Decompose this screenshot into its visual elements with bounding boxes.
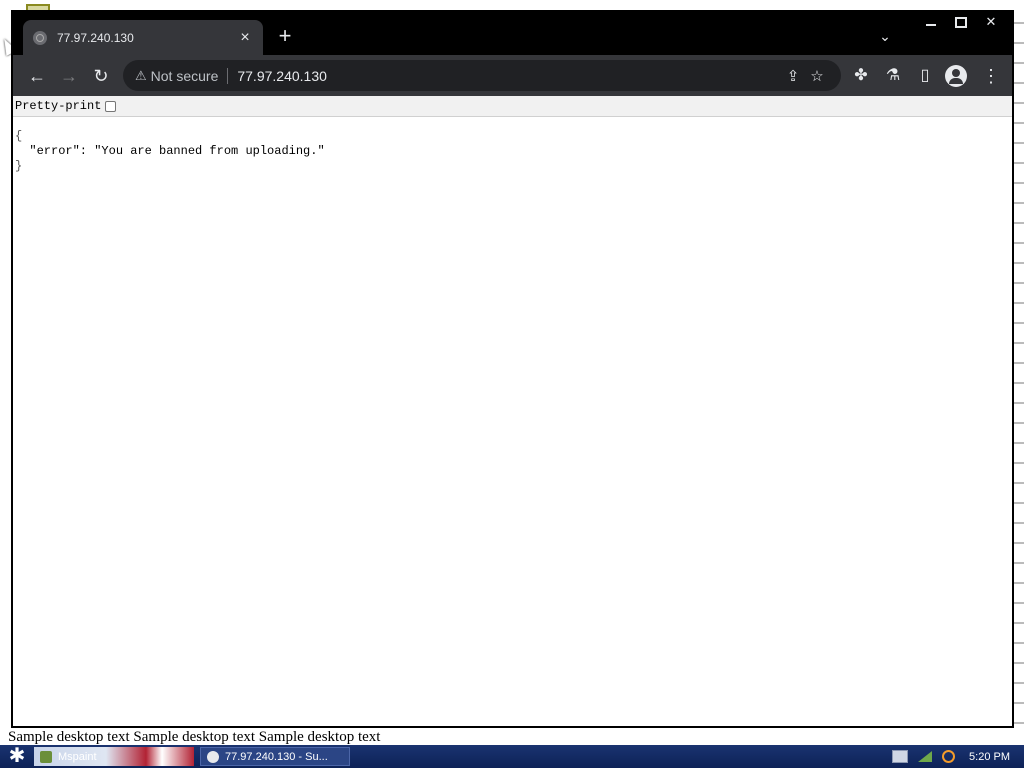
taskbar: ✱ Mspaint 77.97.240.130 - Su... 5:20 PM <box>0 745 1024 768</box>
maximize-icon <box>955 16 967 28</box>
globe-icon <box>33 30 47 45</box>
page-content: Pretty-print { "error": "You are banned … <box>13 96 1012 726</box>
taskbar-item-label: 77.97.240.130 - Su... <box>225 750 328 763</box>
search-icon[interactable] <box>942 750 956 763</box>
tab-title: 77.97.240.130 <box>57 30 134 45</box>
browser-window: 77.97.240.130 × + ⌄ ✕ ← → ↻ ⚠ Not secure… <box>11 10 1014 728</box>
address-bar[interactable]: ⚠ Not secure 77.97.240.130 ⇪ ☆ <box>123 60 841 91</box>
browser-app-icon <box>207 750 219 763</box>
network-icon[interactable] <box>918 751 933 762</box>
tab-active[interactable]: 77.97.240.130 × <box>23 20 263 55</box>
clock[interactable]: 5:20 PM <box>969 751 1010 763</box>
pretty-print-bar: Pretty-print <box>13 96 1012 117</box>
bookmark-star-icon[interactable]: ☆ <box>805 67 829 85</box>
tab-strip: 77.97.240.130 × + ⌄ ✕ <box>13 12 1012 55</box>
omnibox-divider <box>227 67 229 84</box>
tab-search-chevron-icon[interactable]: ⌄ <box>875 26 895 46</box>
back-arrow-icon[interactable]: ← <box>25 64 49 88</box>
background-text-line: Sample desktop text Sample desktop text … <box>8 729 381 745</box>
minimize-icon <box>926 24 936 26</box>
pretty-print-label: Pretty-print <box>15 99 102 113</box>
tab-close-icon[interactable]: × <box>237 29 253 47</box>
browser-toolbar: ← → ↻ ⚠ Not secure 77.97.240.130 ⇪ ☆ ✤ ⚗… <box>13 55 1012 96</box>
paint-app-icon <box>40 750 52 763</box>
warning-icon[interactable]: ⚠ <box>135 68 147 84</box>
keyboard-icon[interactable] <box>892 750 909 763</box>
labs-flask-icon[interactable]: ⚗ <box>881 64 905 88</box>
reload-icon[interactable]: ↻ <box>89 64 113 88</box>
extensions-puzzle-icon[interactable]: ✤ <box>849 64 873 88</box>
start-button[interactable]: ✱ <box>0 745 34 768</box>
pretty-print-checkbox[interactable] <box>105 100 117 112</box>
close-window-button[interactable]: ✕ <box>976 12 1006 32</box>
forward-arrow-icon[interactable]: → <box>57 64 81 88</box>
side-panel-icon[interactable]: ▯ <box>913 64 937 88</box>
json-close-brace: } <box>15 159 23 173</box>
new-tab-button[interactable]: + <box>275 25 295 47</box>
taskbar-item-browser[interactable]: 77.97.240.130 - Su... <box>200 747 350 766</box>
json-body: { "error": "You are banned from uploadin… <box>13 117 1012 186</box>
window-controls: ✕ <box>916 12 1006 32</box>
json-open-brace: { <box>15 129 23 143</box>
maximize-button[interactable] <box>946 12 976 32</box>
share-icon[interactable]: ⇪ <box>781 67 805 85</box>
json-error-line: "error": "You are banned from uploading.… <box>15 144 325 158</box>
kebab-menu-icon[interactable]: ⋮ <box>979 64 1003 88</box>
taskbar-item-label: Mspaint <box>58 750 97 763</box>
security-label[interactable]: Not secure <box>151 68 219 84</box>
url-text[interactable]: 77.97.240.130 <box>237 68 781 84</box>
minimize-button[interactable] <box>916 12 946 32</box>
profile-avatar-icon[interactable] <box>945 65 967 87</box>
system-tray: 5:20 PM <box>882 745 1024 768</box>
taskbar-item-paint[interactable]: Mspaint <box>34 747 194 766</box>
